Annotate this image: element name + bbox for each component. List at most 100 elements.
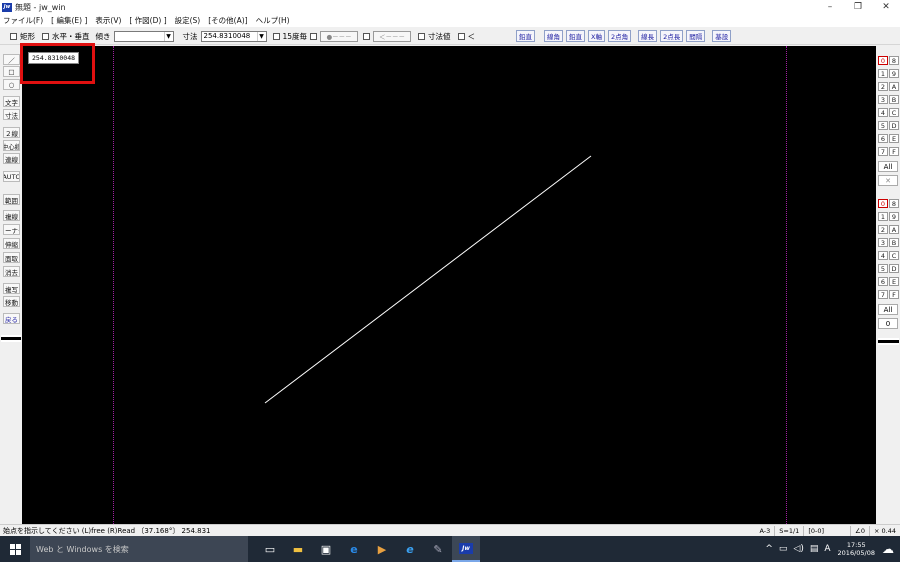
stretch-tool-button[interactable]: 伸縮 — [3, 238, 20, 249]
erase-tool-button[interactable]: 消去 — [3, 266, 20, 277]
dots1-button[interactable]: ●－－－ — [320, 30, 359, 42]
continuous-line-tool-button[interactable]: 連線 — [3, 153, 20, 164]
dim-combo[interactable]: 254.8310048 ▼ — [200, 30, 267, 42]
dots1-checkbox[interactable] — [310, 32, 318, 40]
line-length-button[interactable]: 線長 — [638, 30, 658, 42]
group-2-button[interactable]: 2 — [878, 225, 888, 234]
layer-5-button[interactable]: 5 — [878, 121, 888, 130]
scale-indicator[interactable]: S=1/1 — [774, 526, 803, 536]
network-icon[interactable]: ▭ — [776, 544, 791, 554]
edge-browser-icon[interactable]: e — [340, 536, 368, 562]
layer-all-button[interactable]: All — [878, 161, 898, 172]
menu-other[interactable]: [その他(A)] — [208, 15, 247, 26]
store-icon[interactable]: ▣ — [312, 536, 340, 562]
slope-combo[interactable]: ▼ — [113, 30, 174, 42]
layer-3-button[interactable]: 3 — [878, 95, 888, 104]
layer-clear-button[interactable]: ✕ — [878, 175, 898, 186]
drawing-canvas[interactable]: 254.8310048 — [22, 46, 876, 524]
dots2-checkbox[interactable] — [363, 32, 371, 40]
layer-1-button[interactable]: 1 — [878, 69, 888, 78]
group-b-button[interactable]: B — [889, 238, 899, 247]
start-button[interactable] — [0, 536, 30, 562]
deg15-checkbox[interactable] — [272, 32, 280, 40]
x-axis-button[interactable]: X軸 — [588, 30, 605, 42]
zoom-indicator[interactable]: × 0.44 — [869, 526, 900, 536]
layer-6-button[interactable]: 6 — [878, 134, 888, 143]
group-1-button[interactable]: 1 — [878, 212, 888, 221]
paper-size[interactable]: A-3 — [755, 526, 774, 536]
menu-draw[interactable]: [ 作図(D) ] — [129, 15, 166, 26]
layer-d-button[interactable]: D — [889, 121, 899, 130]
media-player-icon[interactable]: ▶ — [368, 536, 396, 562]
layer-2-button[interactable]: 2 — [878, 82, 888, 91]
layer-b-button[interactable]: B — [889, 95, 899, 104]
center-line-tool-button[interactable]: 中心線 — [3, 140, 20, 151]
group-7-button[interactable]: 7 — [878, 290, 888, 299]
move-tool-button[interactable]: 移動 — [3, 296, 20, 307]
layer-4-button[interactable]: 4 — [878, 108, 888, 117]
angle-indicator[interactable]: ∠0 — [850, 526, 869, 536]
group-a-button[interactable]: A — [889, 225, 899, 234]
minimize-button[interactable]: – — [816, 0, 844, 14]
layer-9-button[interactable]: 9 — [889, 69, 899, 78]
group-c-button[interactable]: C — [889, 251, 899, 260]
group-color-swatch[interactable] — [878, 338, 899, 345]
rect-checkbox[interactable] — [10, 32, 17, 40]
group-8-button[interactable]: 8 — [889, 199, 899, 208]
layer-color-swatch[interactable] — [1, 335, 21, 342]
copy-tool-button[interactable]: 複写 — [3, 283, 20, 294]
vertical-button[interactable]: 鉛直 — [516, 30, 536, 42]
group-zero-button[interactable]: 0 — [878, 318, 898, 329]
group-3-button[interactable]: 3 — [878, 238, 888, 247]
internet-explorer-icon[interactable]: e — [396, 536, 424, 562]
text-tool-button[interactable]: 文字 — [3, 96, 20, 107]
range-tool-button[interactable]: 範囲 — [3, 194, 20, 205]
jw-cad-taskbar-icon[interactable]: Jw — [452, 536, 480, 562]
menu-settings[interactable]: 設定(S) — [175, 15, 201, 26]
arrow-checkbox[interactable] — [457, 32, 465, 40]
layer-8-button[interactable]: 8 — [889, 56, 899, 65]
dimension-tool-button[interactable]: 寸法 — [3, 109, 20, 120]
base-setting-button[interactable]: 基設 — [712, 30, 732, 42]
task-view-icon[interactable]: ▭ — [256, 536, 284, 562]
menu-edit[interactable]: [ 編集(E) ] — [51, 15, 87, 26]
menu-help[interactable]: ヘルプ(H) — [256, 15, 290, 26]
group-0-button[interactable]: 0 — [878, 199, 888, 208]
two-point-length-button[interactable]: 2点長 — [660, 30, 684, 42]
perpendicular-button[interactable]: 鉛直 — [566, 30, 586, 42]
file-explorer-icon[interactable]: ▬ — [284, 536, 312, 562]
menu-file[interactable]: ファイル(F) — [3, 15, 43, 26]
group-d-button[interactable]: D — [889, 264, 899, 273]
line-angle-button[interactable]: 線角 — [544, 30, 564, 42]
copy-line-tool-button[interactable]: 複線 — [3, 210, 20, 221]
group-4-button[interactable]: 4 — [878, 251, 888, 260]
tool-app-icon[interactable]: ✎ — [424, 536, 452, 562]
chamfer-tool-button[interactable]: 面取 — [3, 252, 20, 263]
group-e-button[interactable]: E — [889, 277, 899, 286]
ime-pad-icon[interactable]: ▤ — [807, 544, 822, 554]
layer-7-button[interactable]: 7 — [878, 147, 888, 156]
layer-e-button[interactable]: E — [889, 134, 899, 143]
two-point-angle-button[interactable]: 2点角 — [608, 30, 632, 42]
notification-cloud-icon[interactable]: ☁ — [879, 542, 900, 556]
interval-button[interactable]: 間隔 — [686, 30, 706, 42]
group-9-button[interactable]: 9 — [889, 212, 899, 221]
layer-indicator[interactable]: [0-0] — [803, 526, 828, 536]
volume-icon[interactable]: ◁) — [790, 544, 806, 554]
line-tool-button[interactable]: ／ — [3, 54, 20, 65]
close-button[interactable]: ✕ — [872, 0, 900, 14]
layer-c-button[interactable]: C — [889, 108, 899, 117]
group-f-button[interactable]: F — [889, 290, 899, 299]
maximize-button[interactable]: ❐ — [844, 0, 872, 14]
undo-button[interactable]: 戻る — [3, 313, 20, 324]
chevron-up-icon[interactable]: ^ — [762, 544, 776, 554]
double-line-tool-button[interactable]: ２線 — [3, 127, 20, 138]
group-6-button[interactable]: 6 — [878, 277, 888, 286]
layer-a-button[interactable]: A — [889, 82, 899, 91]
layer-0-button[interactable]: 0 — [878, 56, 888, 65]
corner-tool-button[interactable]: コーナー — [3, 224, 20, 235]
rectangle-tool-button[interactable]: □ — [3, 66, 20, 77]
layer-f-button[interactable]: F — [889, 147, 899, 156]
taskbar-search-box[interactable]: Web と Windows を検索 — [30, 536, 248, 562]
dimval-checkbox[interactable] — [418, 32, 426, 40]
